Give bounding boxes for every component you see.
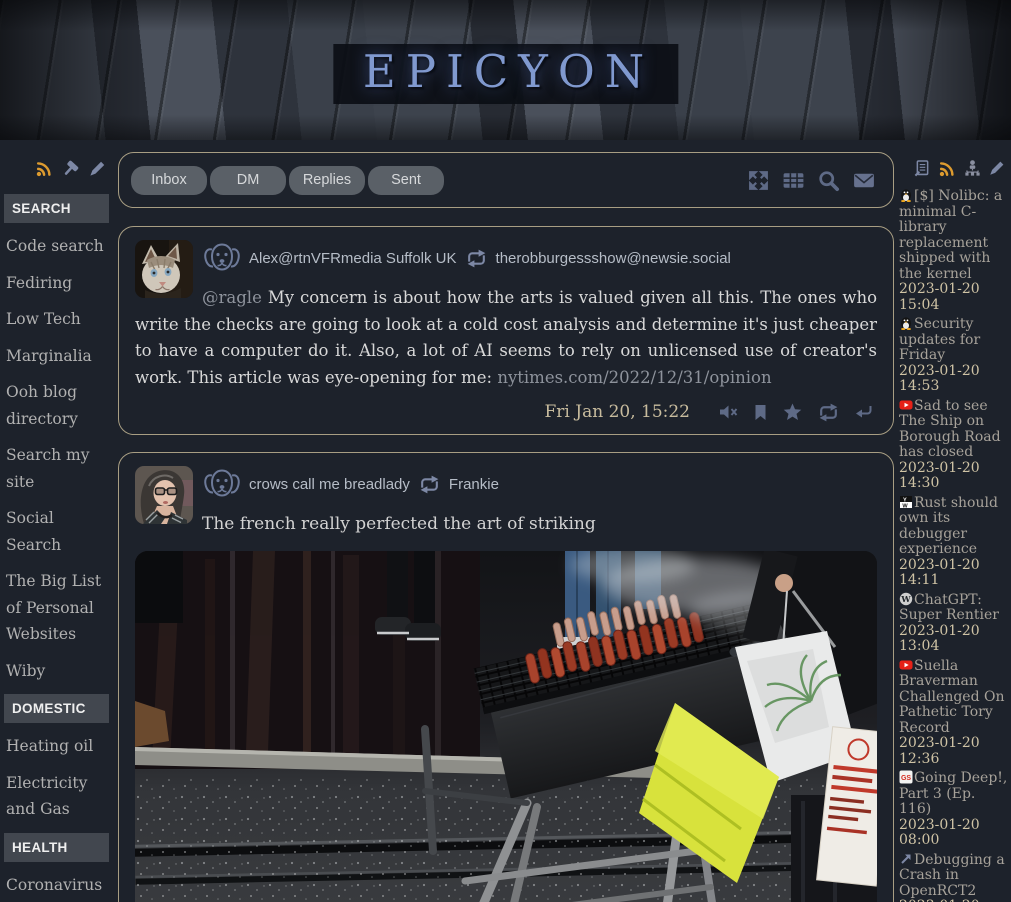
avatar[interactable] — [135, 466, 193, 524]
newswire-item-date: 2023-01-20 12:36 — [899, 736, 1008, 767]
svg-text:GS: GS — [901, 775, 911, 782]
pen-icon[interactable] — [88, 159, 107, 178]
external-link-favicon-icon — [899, 852, 913, 866]
rss-icon[interactable] — [938, 159, 957, 178]
sidebar-item-wiby[interactable]: Wiby — [0, 658, 113, 685]
post: crows call me breadlady Frankie The fren… — [118, 452, 894, 902]
yw-favicon-icon: YW — [899, 495, 913, 509]
post-author[interactable]: crows call me breadlady — [249, 476, 410, 493]
mute-icon[interactable] — [719, 403, 738, 421]
boost-icon — [418, 475, 441, 494]
sidebar-header-domestic: DOMESTIC — [4, 694, 109, 723]
sidebar-item-coronavirus[interactable]: Coronavirus statistics — [0, 872, 113, 902]
star-icon[interactable] — [783, 403, 802, 421]
post-text: The french really perfected the art of s… — [135, 511, 877, 538]
post-author[interactable]: Alex@rtnVFRmedia Suffolk UK — [249, 250, 457, 267]
newswire-item-title[interactable]: Sad to see The Ship on Borough Road has … — [899, 398, 1001, 461]
post-link[interactable]: nytimes.com/2022/12/31/opinion — [497, 368, 771, 387]
sidebar-header-health: HEALTH — [4, 833, 109, 862]
newswire-item-title[interactable]: Suella Braverman Challenged On Pathetic … — [899, 658, 1005, 736]
site-title[interactable]: EPICYON — [333, 44, 678, 104]
tab-dm[interactable]: DM — [210, 166, 286, 195]
newswire-item-title[interactable]: Rust should own its debugger experience — [899, 495, 998, 558]
boost-icon — [465, 249, 488, 268]
rss-icon[interactable] — [35, 159, 54, 178]
envelope-icon[interactable] — [851, 168, 877, 193]
sidebar-item-code-search[interactable]: Code search — [0, 233, 113, 260]
boosted-author[interactable]: Frankie — [449, 476, 499, 493]
tux-favicon-icon — [899, 188, 913, 202]
boosted-author[interactable]: therobburgessshow@newsie.social — [496, 250, 731, 267]
newswire-item: [$] Nolibc: a minimal C-library replacem… — [899, 188, 1008, 313]
newswire-item-date: 2023-01-20 13:04 — [899, 624, 1008, 655]
post-date[interactable]: Fri Jan 20, 15:22 — [545, 402, 691, 422]
timeline-header: Inbox DM Replies Sent — [118, 152, 894, 208]
bookmark-icon[interactable] — [753, 404, 768, 421]
mention-link[interactable]: @ragle — [202, 288, 262, 307]
sidebar-item-heating-oil[interactable]: Heating oil — [0, 733, 113, 760]
newswire-item-date: 2023-01-20 14:11 — [899, 558, 1008, 589]
table-icon[interactable] — [781, 168, 806, 193]
svg-text:W: W — [900, 594, 911, 604]
repeat-icon[interactable] — [817, 403, 840, 422]
dog-avatar-icon[interactable] — [202, 466, 242, 503]
tux-favicon-icon — [899, 316, 913, 330]
newswire-item: Debugging a Crash in OpenRCT2 2023-01-20… — [899, 852, 1008, 902]
sitemap-icon[interactable] — [963, 159, 982, 178]
tab-replies[interactable]: Replies — [289, 166, 365, 195]
newswire-item: Security updates for Friday 2023-01-20 1… — [899, 316, 1008, 395]
newswire-item-date: 2023-01-20 08:00 — [899, 818, 1008, 849]
newswire-item-title[interactable]: ChatGPT: Super Rentier — [899, 592, 999, 624]
expand-icon[interactable] — [746, 168, 771, 193]
newswire-item: WChatGPT: Super Rentier 2023-01-20 13:04 — [899, 592, 1008, 655]
banner-image[interactable]: EPICYON — [0, 0, 1011, 140]
newswire-item: YWRust should own its debugger experienc… — [899, 495, 1008, 589]
newswire-item-date: 2023-01-20 14:53 — [899, 364, 1008, 395]
newswire-item: Suella Braverman Challenged On Pathetic … — [899, 658, 1008, 768]
form-icon[interactable] — [913, 159, 932, 178]
youtube-favicon-icon — [899, 658, 913, 672]
hammer-icon[interactable] — [61, 158, 81, 178]
gs-favicon-icon: GS — [899, 770, 913, 784]
sidebar-item-electricity-gas[interactable]: Electricity and Gas — [0, 770, 113, 823]
sidebar-item-marginalia[interactable]: Marginalia — [0, 343, 113, 370]
sidebar-item-big-list[interactable]: The Big List of Personal Websites — [0, 568, 113, 648]
wordpress-favicon-icon: W — [899, 592, 913, 606]
newswire-column: [$] Nolibc: a minimal C-library replacem… — [899, 152, 1011, 902]
sidebar-item-social-search[interactable]: Social Search — [0, 505, 113, 558]
tab-inbox[interactable]: Inbox — [131, 166, 207, 195]
sidebar-item-fediring[interactable]: Fediring — [0, 270, 113, 297]
post: Alex@rtnVFRmedia Suffolk UK therobburges… — [118, 226, 894, 435]
reply-icon[interactable] — [855, 404, 873, 420]
sidebar-item-ooh-blog-directory[interactable]: Ooh blog directory — [0, 379, 113, 432]
newswire-item-title[interactable]: Debugging a Crash in OpenRCT2 — [899, 852, 1005, 899]
dog-avatar-icon[interactable] — [202, 240, 242, 277]
search-icon[interactable] — [816, 168, 841, 193]
newswire-item-date: 2023-01-20 15:04 — [899, 282, 1008, 313]
sidebar-item-search-my-site[interactable]: Search my site — [0, 442, 113, 495]
newswire-item: Sad to see The Ship on Borough Road has … — [899, 398, 1008, 492]
svg-text:W: W — [902, 503, 908, 509]
newswire-item-title[interactable]: [$] Nolibc: a minimal C-library replacem… — [899, 188, 1002, 282]
newswire-item-date: 2023-01-20 14:30 — [899, 461, 1008, 492]
post-attached-image[interactable] — [135, 551, 877, 902]
post-content: @ragle My concern is about how the arts … — [135, 285, 877, 391]
links-column: SEARCH Code search Fediring Low Tech Mar… — [0, 152, 113, 902]
newswire-item-title[interactable]: Going Deep!, Part 3 (Ep. 116) — [899, 770, 1007, 817]
sidebar-item-low-tech[interactable]: Low Tech — [0, 306, 113, 333]
avatar[interactable] — [135, 240, 193, 298]
youtube-favicon-icon — [899, 398, 913, 412]
tab-sent[interactable]: Sent — [368, 166, 444, 195]
newswire-item: GSGoing Deep!, Part 3 (Ep. 116) 2023-01-… — [899, 770, 1008, 849]
sidebar-header-search: SEARCH — [4, 194, 109, 223]
timeline-column: Inbox DM Replies Sent — [118, 152, 894, 902]
pen-icon[interactable] — [988, 159, 1006, 177]
